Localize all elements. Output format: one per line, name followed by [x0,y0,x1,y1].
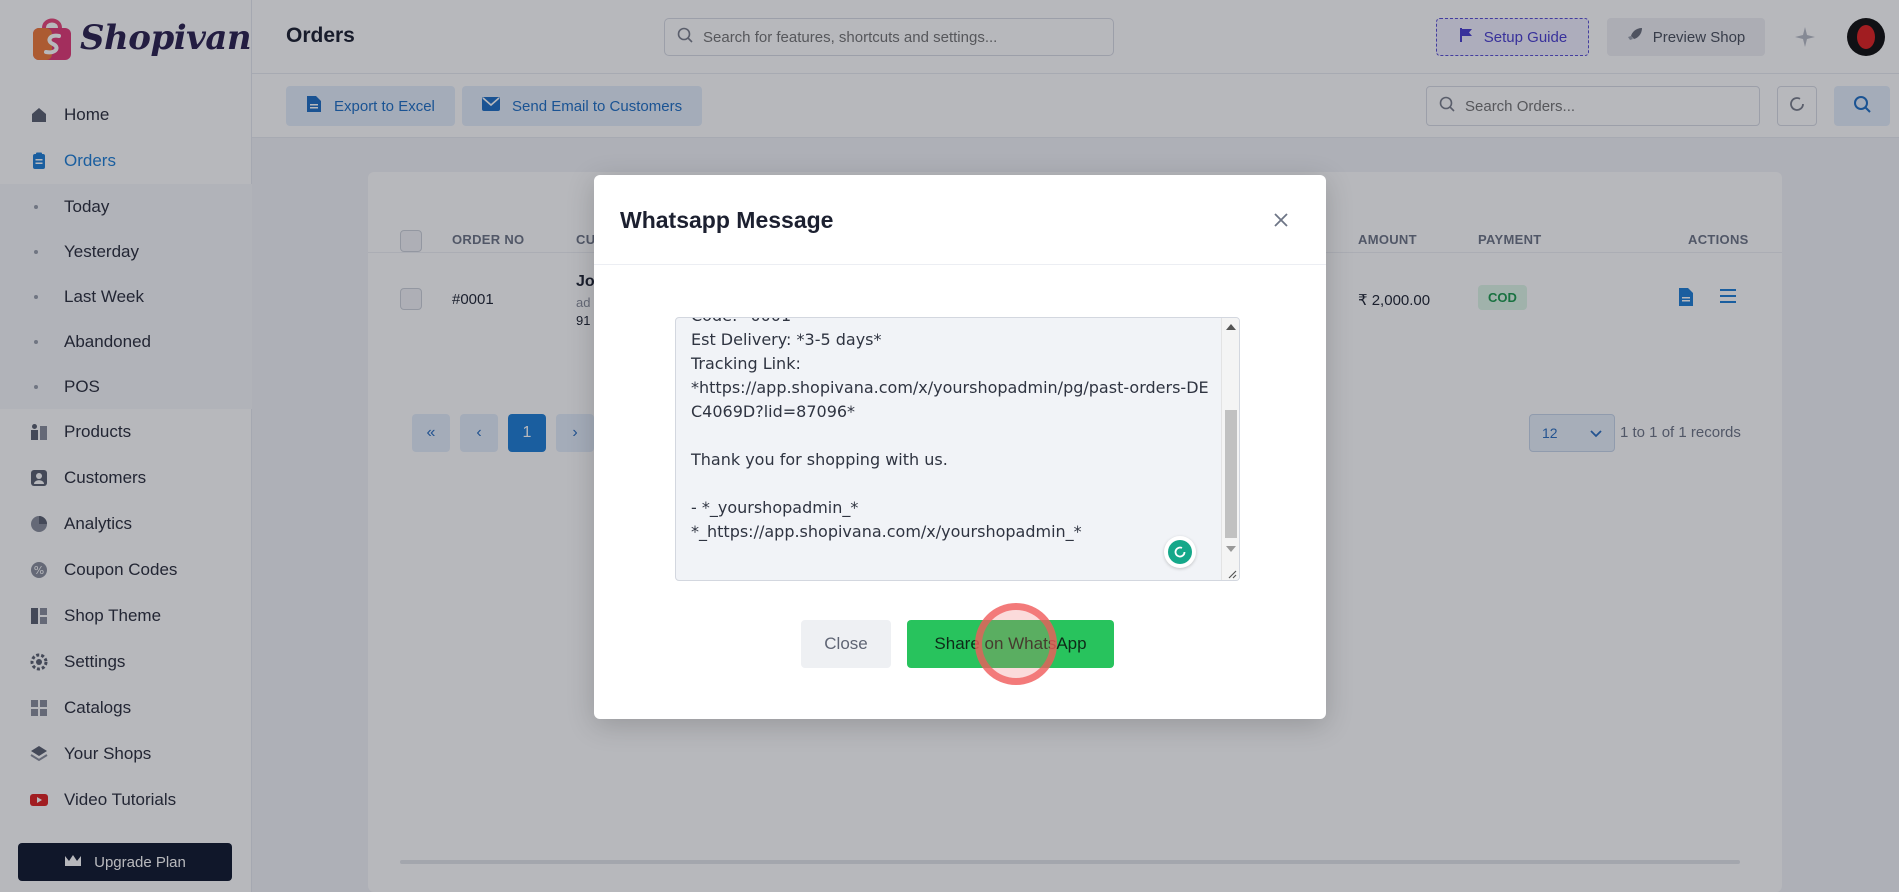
modal-title: Whatsapp Message [620,207,834,233]
message-textarea[interactable]: Code: *0001* Est Delivery: *3-5 days* Tr… [675,317,1240,581]
message-line: Tracking Link: [691,354,801,373]
whatsapp-message-modal: Whatsapp Message Code: *0001* Est Delive… [594,175,1326,719]
modal-header: Whatsapp Message [594,175,1326,265]
message-text[interactable]: Code: *0001* Est Delivery: *3-5 days* Tr… [691,318,1211,544]
refresh-circle-icon [1168,540,1192,564]
scroll-down-arrow-icon[interactable] [1226,546,1236,552]
click-indicator [975,603,1057,685]
scrollbar-thumb[interactable] [1225,410,1237,538]
message-line: Code: *0001* [691,318,799,325]
message-line: *https://app.shopivana.com/x/yourshopadm… [691,378,1209,421]
message-line: - *_yourshopadmin_* [691,498,859,517]
message-line: *_https://app.shopivana.com/x/yourshopad… [691,522,1082,541]
resize-handle-icon[interactable] [1225,566,1237,579]
message-line: Thank you for shopping with us. [691,450,948,469]
message-line: Est Delivery: *3-5 days* [691,330,882,349]
grammar-assistant-icon[interactable] [1164,536,1196,568]
vertical-scrollbar[interactable] [1221,318,1239,580]
close-button[interactable]: Close [801,620,891,668]
scroll-up-arrow-icon[interactable] [1226,324,1236,330]
close-icon[interactable] [1270,209,1292,231]
